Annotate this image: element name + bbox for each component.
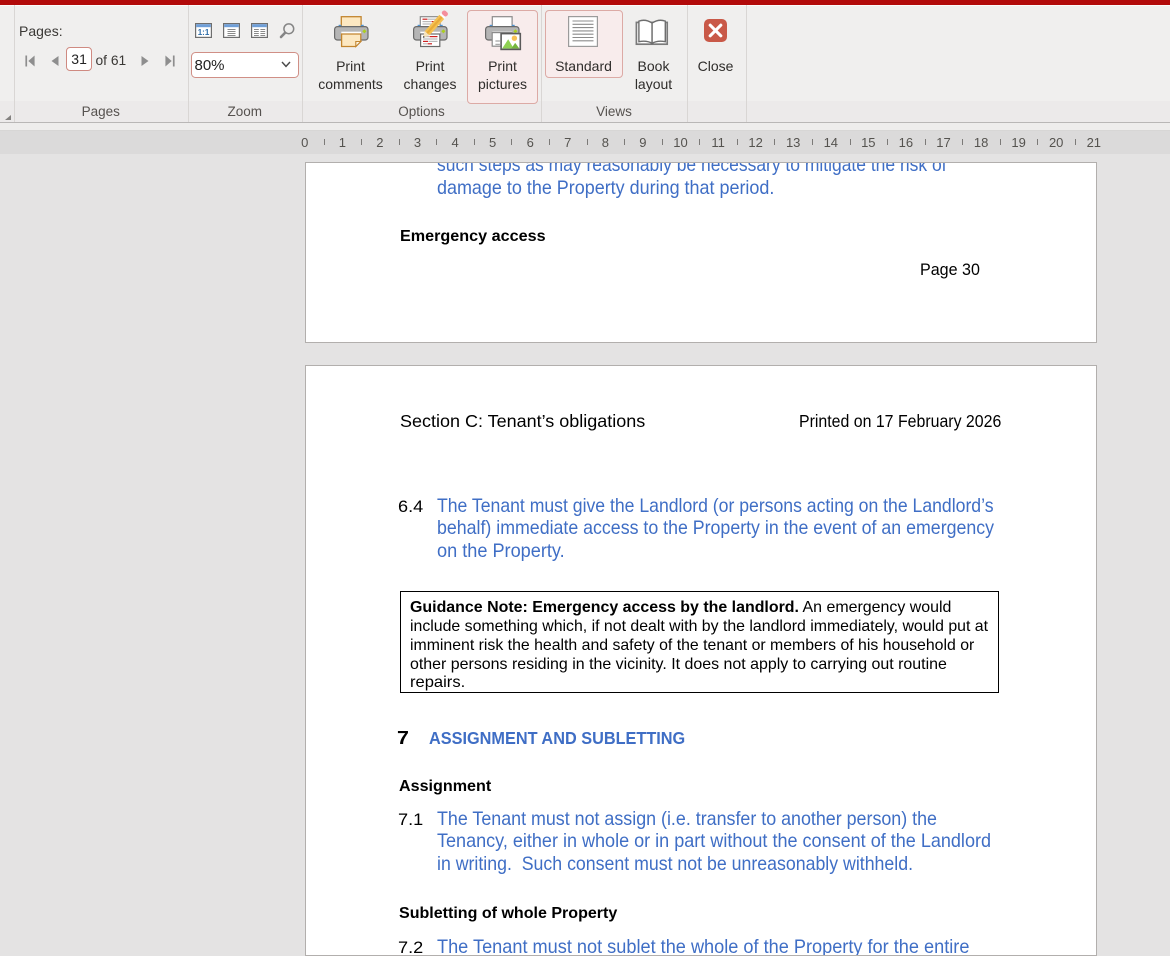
svg-text:1:1: 1:1 [197,28,209,37]
